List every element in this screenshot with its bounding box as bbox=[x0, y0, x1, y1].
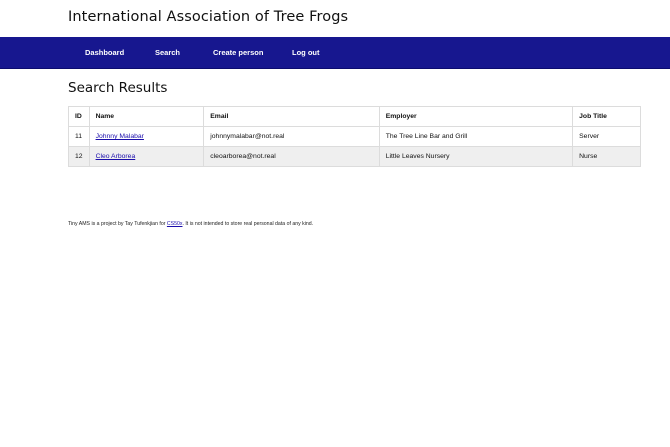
cell-name: Johnny Malabar bbox=[88, 126, 205, 147]
column-header-name: Name bbox=[88, 106, 205, 127]
cell-job-title: Server bbox=[572, 126, 641, 147]
main-navbar: Dashboard Search Create person Log out bbox=[0, 37, 670, 69]
column-header-employer: Employer bbox=[378, 106, 574, 127]
cell-email: cleoarborea@not.real bbox=[203, 146, 380, 167]
nav-search-link[interactable]: Search bbox=[155, 37, 180, 68]
cell-id: 11 bbox=[68, 126, 90, 147]
table-body: 11 Johnny Malabar johnnymalabar@not.real… bbox=[68, 126, 641, 167]
cell-employer: Little Leaves Nursery bbox=[378, 146, 574, 167]
column-header-id: ID bbox=[68, 106, 90, 127]
nav-dashboard-link[interactable]: Dashboard bbox=[85, 37, 124, 68]
table-header-row: ID Name Email Employer Job Title bbox=[68, 106, 641, 127]
footer-cs50x-link[interactable]: CS50x bbox=[167, 221, 183, 227]
cell-email: johnnymalabar@not.real bbox=[203, 126, 380, 147]
column-header-job-title: Job Title bbox=[572, 106, 641, 127]
nav-create-person-link[interactable]: Create person bbox=[213, 37, 263, 68]
nav-logout-link[interactable]: Log out bbox=[292, 37, 320, 68]
cell-job-title: Nurse bbox=[572, 146, 641, 167]
site-title: International Association of Tree Frogs bbox=[68, 9, 349, 25]
cell-id: 12 bbox=[68, 146, 90, 167]
table-header: ID Name Email Employer Job Title bbox=[68, 106, 641, 127]
footer-text-before: Tiny AMS is a project by Tay Tufenkjian … bbox=[68, 221, 167, 227]
site-header: International Association of Tree Frogs bbox=[68, 6, 348, 32]
cell-name: Cleo Arborea bbox=[88, 146, 205, 167]
table-row: 11 Johnny Malabar johnnymalabar@not.real… bbox=[68, 126, 641, 147]
search-results-table: ID Name Email Employer Job Title 11 John… bbox=[68, 106, 641, 167]
person-link[interactable]: Johnny Malabar bbox=[96, 133, 144, 140]
footer-text-after: . It is not intended to store real perso… bbox=[182, 221, 314, 227]
column-header-email: Email bbox=[203, 106, 380, 127]
cell-employer: The Tree Line Bar and Grill bbox=[378, 126, 574, 147]
page-heading: Search Results bbox=[68, 80, 168, 96]
table-row: 12 Cleo Arborea cleoarborea@not.real Lit… bbox=[68, 146, 641, 167]
person-link[interactable]: Cleo Arborea bbox=[96, 153, 136, 160]
page-footer: Tiny AMS is a project by Tay Tufenkjian … bbox=[68, 221, 313, 227]
